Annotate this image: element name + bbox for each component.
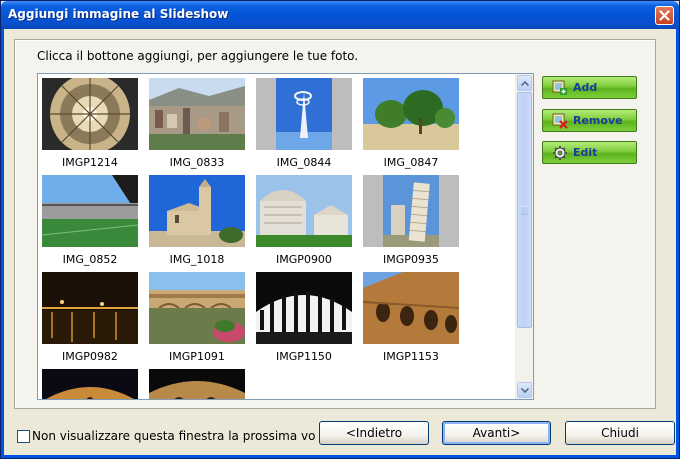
edit-button-label: Edit (573, 146, 598, 159)
photo-image (363, 78, 459, 150)
content-panel: Clicca il bottone aggiungi, per aggiunge… (14, 39, 656, 409)
close-icon (659, 10, 670, 21)
photo-image (363, 175, 459, 247)
scroll-down-button[interactable] (517, 382, 532, 398)
photo-caption: IMG_0847 (383, 156, 439, 169)
footer-bar: Non visualizzare questa finestra la pros… (1, 419, 680, 449)
photo-image (256, 78, 352, 150)
photo-image (149, 369, 245, 399)
dont-show-again-checkbox[interactable] (17, 430, 30, 443)
vertical-scrollbar[interactable] (515, 74, 533, 399)
back-button[interactable]: <Indietro (319, 421, 429, 445)
close-dialog-button[interactable]: Chiudi (565, 421, 675, 445)
remove-button[interactable]: Remove (542, 109, 637, 132)
remove-button-label: Remove (573, 114, 623, 127)
gear-icon (553, 145, 567, 160)
photo-image (42, 272, 138, 344)
add-image-icon (552, 80, 567, 95)
photo-image (42, 369, 138, 399)
photo-image (363, 272, 459, 344)
photo-image (256, 272, 352, 344)
add-button-label: Add (573, 81, 598, 94)
photo-image (42, 175, 138, 247)
photo-caption: IMGP0935 (383, 253, 439, 266)
photo-image (149, 175, 245, 247)
add-button[interactable]: Add (542, 76, 637, 99)
next-button[interactable]: Avanti> (442, 421, 551, 445)
window-frame-bottom (1, 455, 679, 458)
dont-show-again-label[interactable]: Non visualizzare questa finestra la pros… (32, 429, 315, 443)
close-button[interactable] (655, 6, 674, 25)
scroll-thumb[interactable] (517, 92, 532, 328)
edit-button[interactable]: Edit (542, 141, 637, 164)
photo-caption: IMGP1214 (62, 156, 118, 169)
photo-image (149, 78, 245, 150)
chevron-up-icon (520, 80, 529, 86)
title-bar[interactable]: Aggiungi immagine al Slideshow (1, 1, 679, 29)
instruction-text: Clicca il bottone aggiungi, per aggiunge… (37, 49, 359, 63)
remove-image-icon (552, 113, 568, 129)
photo-caption: IMGP0982 (62, 350, 118, 363)
photo-caption: IMG_1018 (169, 253, 225, 266)
photo-caption: IMG_0844 (276, 156, 332, 169)
photo-image (42, 78, 138, 150)
dialog-window: Aggiungi immagine al Slideshow Clicca il… (0, 0, 680, 459)
photo-caption: IMG_0852 (62, 253, 118, 266)
photo-caption: IMGP0900 (276, 253, 332, 266)
window-frame-left (1, 29, 4, 458)
scroll-up-button[interactable] (517, 75, 532, 91)
window-title: Aggiungi immagine al Slideshow (8, 7, 229, 21)
photo-image (256, 175, 352, 247)
photo-caption: IMG_0833 (169, 156, 225, 169)
photo-list[interactable]: IMGP1214 IMG_0833 IMG_0844 IMG_0847 IMG_0852… (37, 73, 534, 400)
grip-icon (521, 206, 528, 215)
chevron-down-icon (520, 387, 529, 393)
photo-image (149, 272, 245, 344)
window-frame-right (676, 29, 679, 458)
photo-caption: IMGP1153 (383, 350, 439, 363)
photo-caption: IMGP1150 (276, 350, 332, 363)
photo-caption: IMGP1091 (169, 350, 225, 363)
